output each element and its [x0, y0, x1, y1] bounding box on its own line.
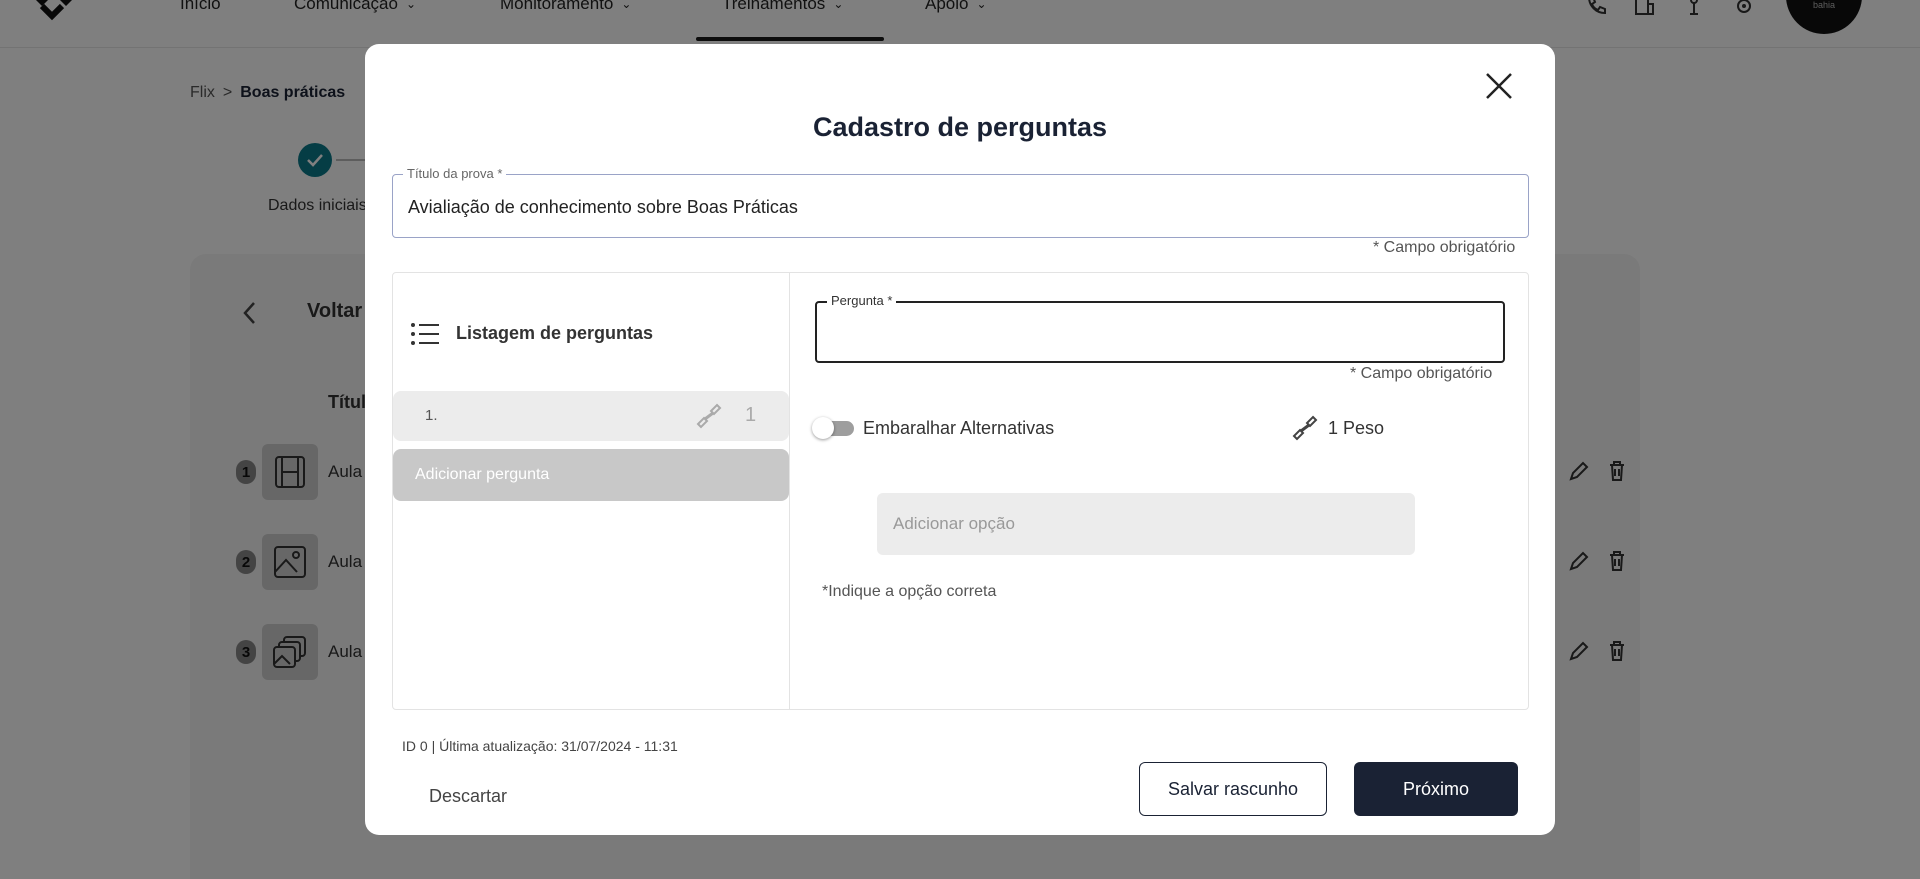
- question-registration-modal: Cadastro de perguntas Título da prova * …: [365, 44, 1555, 835]
- add-option-input[interactable]: Adicionar opção: [877, 493, 1415, 555]
- close-icon[interactable]: [1483, 70, 1515, 102]
- save-draft-button[interactable]: Salvar rascunho: [1139, 762, 1327, 816]
- question-input[interactable]: [827, 319, 1487, 345]
- question-weight: 1: [745, 404, 757, 426]
- questions-list-title: Listagem de perguntas: [456, 323, 654, 343]
- weight-label[interactable]: 1 Peso: [1328, 418, 1384, 439]
- toggle-knob: [812, 417, 834, 439]
- weight-icon: [696, 403, 722, 429]
- questions-panel: Listagem de perguntas 1. 1 Adicionar per…: [392, 272, 1529, 710]
- add-question-button[interactable]: Adicionar pergunta: [393, 449, 789, 501]
- list-icon: [411, 323, 439, 345]
- modal-title: Cadastro de perguntas: [812, 112, 1108, 142]
- question-required-note: * Campo obrigatório: [1350, 365, 1493, 382]
- exam-title-value: Avialiação de conhecimento sobre Boas Pr…: [408, 197, 798, 217]
- question-field[interactable]: Pergunta *: [815, 293, 1505, 363]
- shuffle-label: Embaralhar Alternativas: [863, 418, 1055, 438]
- exam-title-field[interactable]: Título da prova * Avialiação de conhecim…: [392, 166, 1529, 238]
- discard-button[interactable]: Descartar: [429, 786, 507, 807]
- question-field-label: Pergunta *: [827, 293, 897, 308]
- record-meta: ID 0 | Última atualização: 31/07/2024 - …: [402, 738, 678, 754]
- shuffle-toggle[interactable]: [812, 417, 856, 439]
- next-button[interactable]: Próximo: [1354, 762, 1518, 816]
- question-list-item[interactable]: 1. 1: [393, 391, 789, 441]
- correct-option-hint: *Indique a opção correta: [822, 583, 997, 600]
- weight-icon: [1292, 415, 1318, 441]
- exam-title-label: Título da prova *: [403, 166, 507, 181]
- question-number: 1.: [425, 407, 438, 424]
- panel-divider: [789, 273, 790, 709]
- required-field-note: * Campo obrigatório: [1373, 239, 1516, 256]
